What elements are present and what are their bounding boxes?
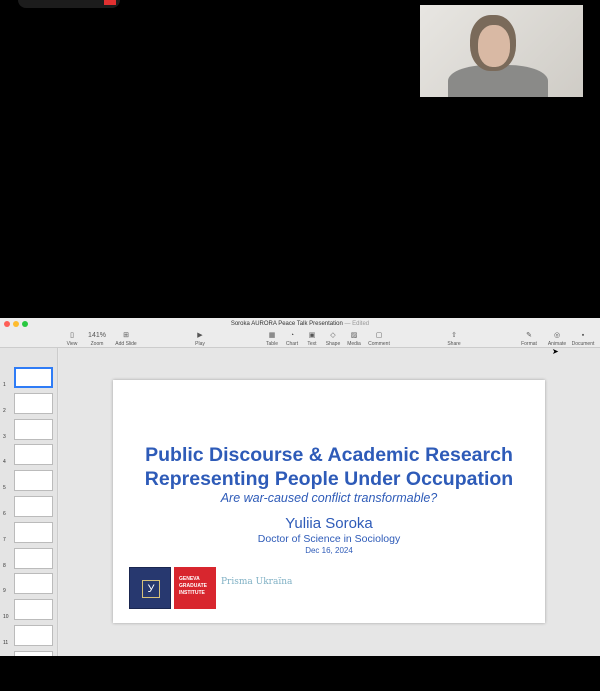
add-slide-icon: ⊞	[123, 332, 129, 339]
share-button[interactable]: ⇧ Share	[439, 330, 469, 347]
mouse-cursor: ➤	[552, 347, 559, 356]
share-label: Share	[447, 341, 461, 347]
play-icon: ▶	[197, 332, 203, 339]
comment-button[interactable]: ▢ Comment	[364, 330, 394, 347]
slide-thumbnail[interactable]	[14, 392, 53, 414]
slide-thumbnail[interactable]	[14, 521, 53, 543]
geneva-graduate-institute-logo: GENEVA GRADUATE INSTITUTE	[174, 567, 216, 609]
prisma-ukraina-logo: Prisma Ukraïna	[221, 577, 293, 587]
toolbar: ▯ View 141% Zoom ⊞ Add Slide ▶ Play ▦ Table ◔…	[0, 330, 600, 348]
document-icon: ▪	[581, 332, 585, 339]
slide-number: 11	[3, 640, 9, 646]
slide-number: 3	[3, 433, 6, 440]
crest-letter: У	[142, 580, 160, 598]
slide-number: 4	[3, 459, 6, 466]
close-button[interactable]	[4, 321, 10, 327]
slide-number: 6	[3, 511, 6, 517]
comment-icon: ▢	[375, 332, 383, 339]
edited-status: — Edited	[344, 321, 370, 327]
play-label: Play	[195, 341, 205, 347]
slide-number: 7	[3, 536, 6, 543]
zoom-button[interactable]	[22, 321, 28, 327]
text-label: Text	[307, 341, 317, 347]
slide-thumbnail[interactable]	[14, 496, 53, 517]
slide-number: 2	[3, 407, 6, 414]
slide-number: 8	[3, 562, 6, 569]
brush-icon: ✎	[526, 332, 532, 339]
slide-thumbnail[interactable]	[14, 470, 53, 492]
share-icon: ⇧	[451, 332, 457, 339]
presentation-date: Dec 16, 2024	[305, 546, 353, 555]
add-slide-button[interactable]: ⊞ Add Slide	[111, 330, 141, 347]
author-degree: Doctor of Science in Sociology	[257, 533, 401, 545]
slide-thumbnail[interactable]	[14, 599, 53, 621]
minimize-button[interactable]	[13, 321, 19, 327]
view-label: View	[66, 341, 78, 347]
title-line-2: Representing People Under Occupation	[144, 468, 514, 490]
document-label: Document	[571, 341, 595, 347]
slide-thumbnail[interactable]	[14, 418, 53, 440]
slide[interactable]: Public Discourse & Academic Research Repr…	[113, 380, 545, 623]
webcam-video	[420, 5, 583, 97]
comment-label: Comment	[368, 341, 390, 347]
media-label: Media	[347, 341, 361, 347]
slide-thumbnail[interactable]	[14, 625, 53, 646]
play-button[interactable]: ▶ Play	[185, 330, 215, 347]
slide-thumbnail[interactable]	[14, 573, 53, 595]
slide-thumbnail[interactable]	[14, 547, 53, 569]
slide-navigator[interactable]: 123456789101112	[0, 348, 58, 656]
slide-number: 5	[3, 485, 6, 492]
window-title: Soroka AURORA Peace Talk Presentation	[230, 321, 343, 327]
recording-indicator	[104, 0, 116, 5]
format-label: Format	[521, 341, 537, 347]
document-button[interactable]: ▪ Document	[568, 330, 598, 347]
slide-number: 10	[3, 614, 9, 621]
zoom-button-menu[interactable]: 141% Zoom	[82, 330, 112, 347]
zoom-label: Zoom	[90, 341, 104, 347]
author-name: Yuliia Soroka	[285, 515, 373, 532]
slide-thumbnail[interactable]	[14, 650, 53, 656]
zoom-value: 141%	[88, 332, 106, 339]
screen-share-pill	[18, 0, 120, 8]
slide-subtitle: Are war-caused conflict transformable?	[220, 491, 438, 505]
slide-title: Public Discourse & Academic Research Repr…	[113, 443, 545, 491]
slide-number: 9	[3, 588, 6, 595]
slide-number: 1	[3, 382, 6, 388]
slide-thumbnail[interactable]	[14, 444, 53, 466]
slide-thumbnail[interactable]	[14, 367, 53, 388]
university-crest-logo: У	[129, 567, 171, 609]
format-button[interactable]: ✎ Format	[514, 330, 544, 347]
title-bar: Soroka AURORA Peace Talk Presentation — …	[0, 318, 600, 330]
add-slide-label: Add Slide	[115, 341, 137, 347]
title-line-1: Public Discourse & Academic Research	[145, 444, 513, 466]
